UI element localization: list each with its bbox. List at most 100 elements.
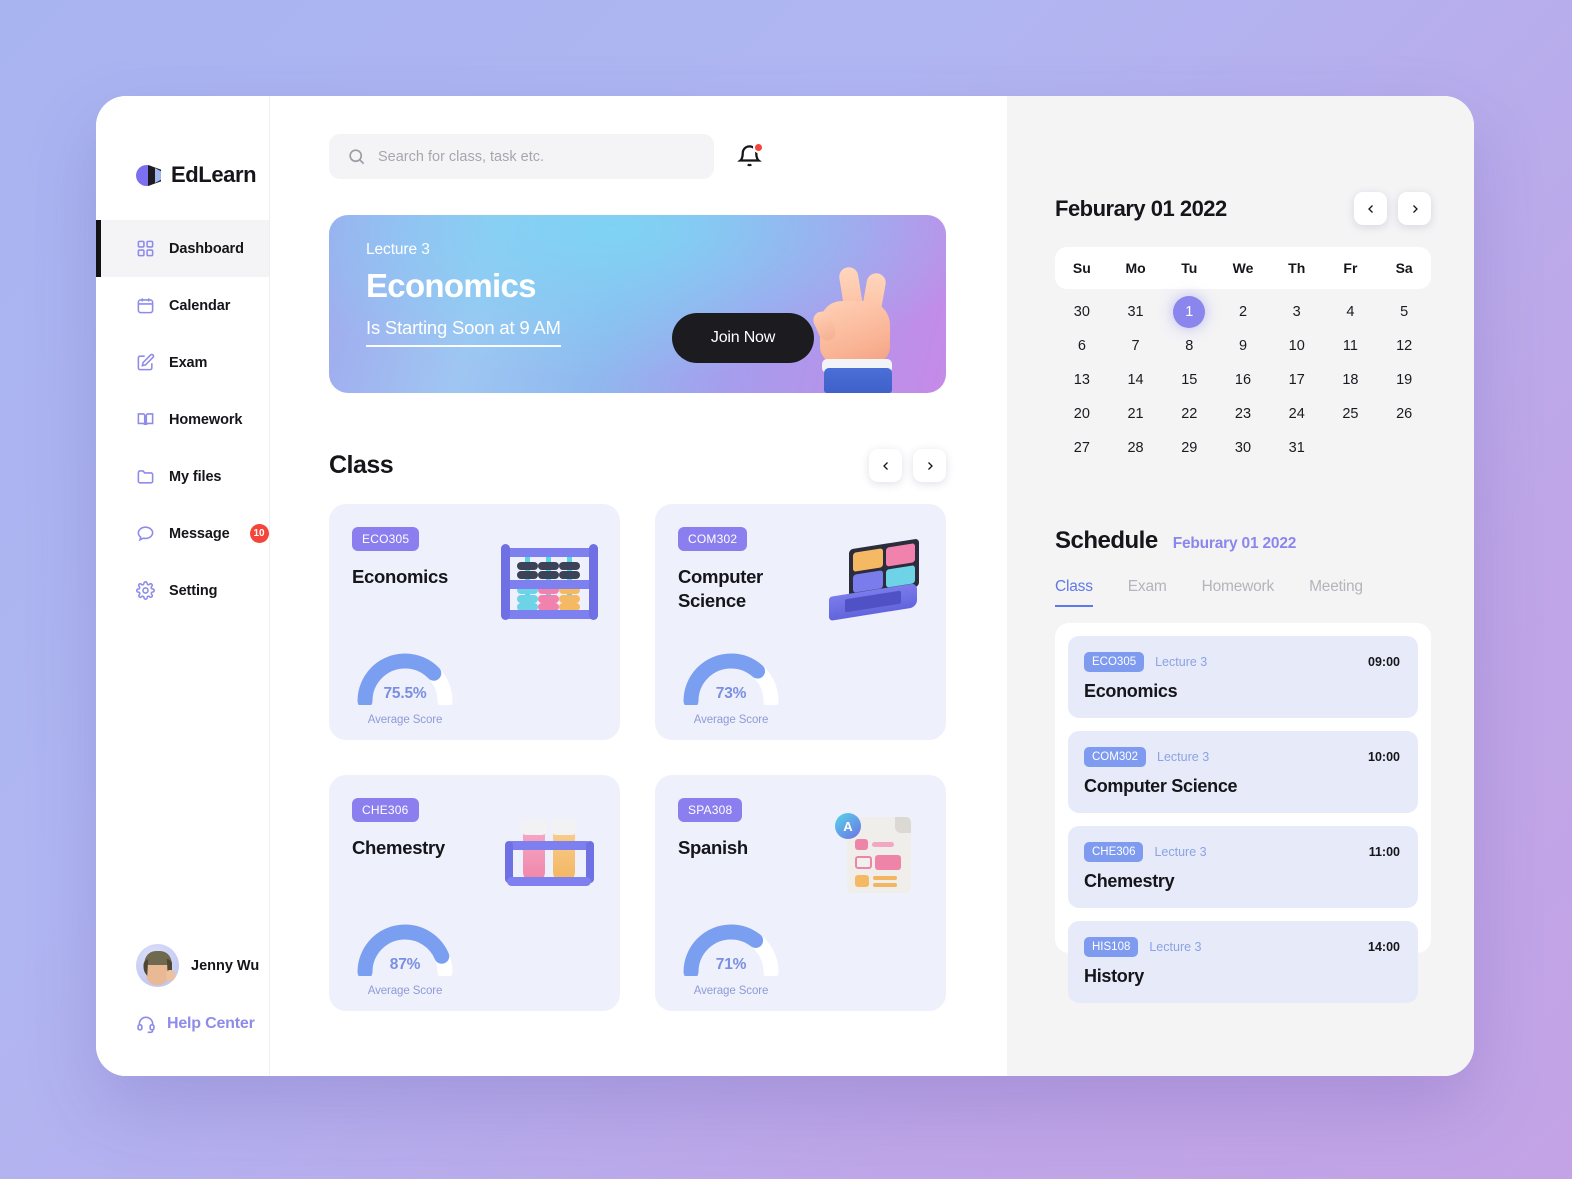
calendar-header: Feburary 01 2022	[1055, 192, 1431, 225]
schedule-lecture: Lecture 3	[1155, 655, 1208, 669]
calendar-day[interactable]: 24	[1270, 397, 1324, 431]
calendar-day[interactable]: 18	[1324, 363, 1378, 397]
calendar-day[interactable]: 11	[1324, 329, 1378, 363]
calendar-day[interactable]: 22	[1162, 397, 1216, 431]
calendar-day[interactable]: 29	[1162, 431, 1216, 465]
calendar-day[interactable]: 2	[1216, 295, 1270, 329]
calendar-day[interactable]: 20	[1055, 397, 1109, 431]
main-content: Lecture 3 Economics Is Starting Soon at …	[270, 96, 1007, 1076]
calendar-day[interactable]: 8	[1162, 329, 1216, 363]
calendar-day[interactable]: 10	[1270, 329, 1324, 363]
calendar-day[interactable]: 7	[1109, 329, 1163, 363]
calendar-day[interactable]: 5	[1377, 295, 1431, 329]
notification-button[interactable]	[736, 141, 764, 172]
schedule-item-history[interactable]: HIS108 Lecture 3 14:00 History	[1068, 921, 1418, 1003]
chevron-left-icon	[882, 461, 888, 470]
schedule-subject: Economics	[1084, 681, 1178, 701]
chevron-right-icon	[1412, 204, 1418, 213]
peace-hand-illustration	[810, 263, 908, 393]
sidebar-item-label: My files	[169, 468, 222, 485]
calendar-day[interactable]: 3	[1270, 295, 1324, 329]
class-card-computer-science[interactable]: COM302 Computer Science 73% Average Scor…	[655, 504, 946, 740]
tab-homework[interactable]: Homework	[1202, 578, 1275, 607]
headset-icon	[136, 1014, 156, 1034]
calendar-nav	[1354, 192, 1431, 225]
schedule-lecture: Lecture 3	[1149, 940, 1202, 954]
class-prev-button[interactable]	[869, 449, 902, 482]
gauge-value: 71%	[715, 956, 747, 973]
weekday-label: Mo	[1125, 260, 1146, 276]
calendar-day[interactable]: 14	[1109, 363, 1163, 397]
calendar-day[interactable]: 13	[1055, 363, 1109, 397]
class-next-button[interactable]	[913, 449, 946, 482]
calendar-day[interactable]: 6	[1055, 329, 1109, 363]
schedule-code-badge: CHE306	[1084, 842, 1144, 862]
search-input[interactable]	[378, 148, 696, 165]
tab-meeting[interactable]: Meeting	[1309, 578, 1363, 607]
calendar-day-empty	[1377, 431, 1431, 465]
folder-icon	[136, 467, 155, 486]
topbar	[329, 96, 1007, 179]
calendar-next-button[interactable]	[1398, 192, 1431, 225]
calendar-day[interactable]: 30	[1216, 431, 1270, 465]
calendar-day[interactable]: 31	[1109, 295, 1163, 329]
calendar-day-selected[interactable]: 1	[1162, 295, 1216, 329]
help-center-link[interactable]: Help Center	[136, 1014, 269, 1034]
class-card-economics[interactable]: ECO305 Economics 75.5% Average Score	[329, 504, 620, 740]
schedule-subject: Computer Science	[1084, 776, 1238, 796]
calendar-day[interactable]: 25	[1324, 397, 1378, 431]
calendar-day[interactable]: 19	[1377, 363, 1431, 397]
sidebar-item-exam[interactable]: Exam	[96, 334, 269, 391]
class-card-spanish[interactable]: SPA308 Spanish A 71% Average Score	[655, 775, 946, 1011]
sidebar-item-label: Exam	[169, 354, 208, 371]
calendar-day[interactable]: 23	[1216, 397, 1270, 431]
calendar-day[interactable]: 17	[1270, 363, 1324, 397]
calendar-day[interactable]: 27	[1055, 431, 1109, 465]
calendar-day[interactable]: 15	[1162, 363, 1216, 397]
gauge-label: Average Score	[367, 714, 443, 726]
sidebar-item-label: Dashboard	[169, 240, 244, 257]
gauge-value: 75.5%	[383, 685, 427, 702]
tab-exam[interactable]: Exam	[1128, 578, 1167, 607]
schedule-item-computer-science[interactable]: COM302 Lecture 3 10:00 Computer Science	[1068, 731, 1418, 813]
class-card-title: Economics	[352, 566, 448, 587]
search-bar[interactable]	[329, 134, 714, 179]
gear-icon	[136, 581, 155, 600]
calendar-title: Feburary 01 2022	[1055, 195, 1227, 221]
calendar-day[interactable]: 4	[1324, 295, 1378, 329]
calendar-day[interactable]: 21	[1109, 397, 1163, 431]
calendar-day[interactable]: 28	[1109, 431, 1163, 465]
schedule-tabs: Class Exam Homework Meeting	[1055, 578, 1431, 607]
sidebar-nav: Dashboard Calendar Exam Homework My file…	[96, 220, 269, 619]
class-card-chemestry[interactable]: CHE306 Chemestry 87% Average Score	[329, 775, 620, 1011]
sidebar-item-label: Setting	[169, 582, 218, 599]
notification-unread-dot	[753, 141, 764, 153]
schedule-lecture: Lecture 3	[1154, 845, 1207, 859]
chevron-right-icon	[927, 461, 933, 470]
tab-class[interactable]: Class	[1055, 578, 1093, 607]
brand-logo[interactable]: EdLearn	[96, 96, 269, 214]
sidebar-item-homework[interactable]: Homework	[96, 391, 269, 448]
schedule-item-economics[interactable]: ECO305 Lecture 3 09:00 Economics	[1068, 636, 1418, 718]
grid-icon	[136, 239, 155, 258]
calendar-day[interactable]: 30	[1055, 295, 1109, 329]
calendar-day[interactable]: 16	[1216, 363, 1270, 397]
class-grid: ECO305 Economics 75.5% Average Score COM…	[329, 504, 946, 1011]
sidebar-item-label: Homework	[169, 411, 243, 428]
calendar-day[interactable]: 31	[1270, 431, 1324, 465]
calendar-day[interactable]: 9	[1216, 329, 1270, 363]
sidebar-item-dashboard[interactable]: Dashboard	[96, 220, 269, 277]
sidebar-item-message[interactable]: Message 10	[96, 505, 269, 562]
user-profile[interactable]: Jenny Wu	[136, 944, 269, 987]
calendar-day[interactable]: 26	[1377, 397, 1431, 431]
schedule-item-chemestry[interactable]: CHE306 Lecture 3 11:00 Chemestry	[1068, 826, 1418, 908]
sidebar-item-setting[interactable]: Setting	[96, 562, 269, 619]
calendar-prev-button[interactable]	[1354, 192, 1387, 225]
join-now-button[interactable]: Join Now	[672, 313, 814, 363]
app-window: EdLearn Dashboard Calendar Exam Homework…	[96, 96, 1474, 1076]
calendar-day-empty	[1324, 431, 1378, 465]
abacus-illustration	[497, 540, 602, 625]
sidebar-item-my-files[interactable]: My files	[96, 448, 269, 505]
calendar-day[interactable]: 12	[1377, 329, 1431, 363]
sidebar-item-calendar[interactable]: Calendar	[96, 277, 269, 334]
